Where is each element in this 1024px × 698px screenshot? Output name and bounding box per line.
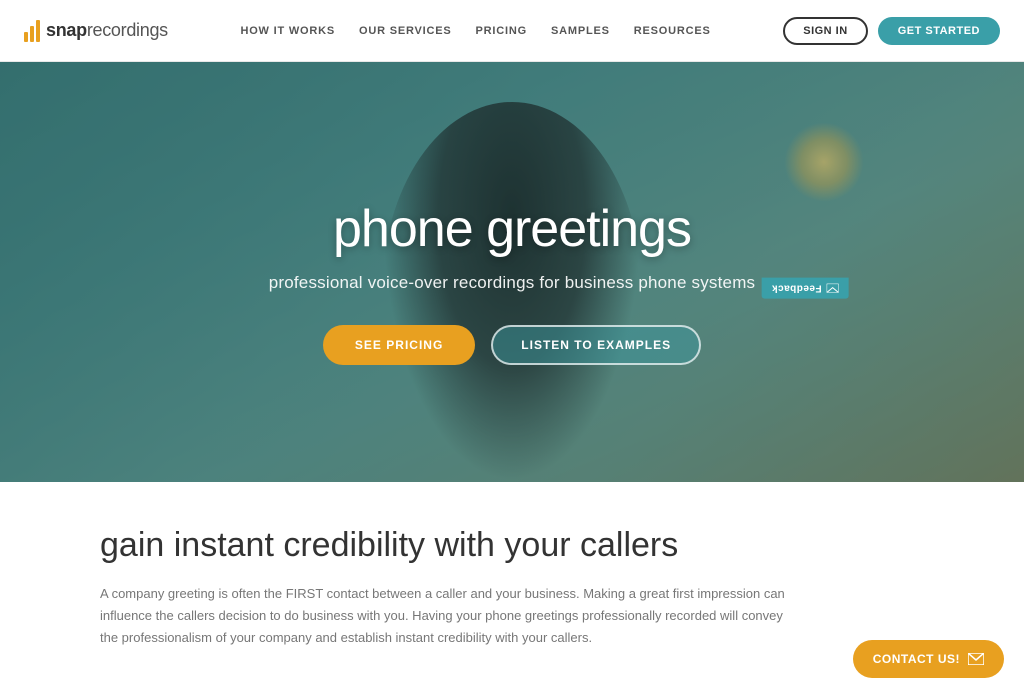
see-pricing-button[interactable]: SEE PRICING <box>323 325 475 365</box>
content-paragraph: A company greeting is often the FIRST co… <box>100 583 800 649</box>
logo-text: snaprecordings <box>46 20 168 41</box>
logo-light: recordings <box>87 20 168 40</box>
signin-button[interactable]: SIGN IN <box>783 17 867 45</box>
nav-pricing[interactable]: PRICING <box>476 25 527 37</box>
contact-label: CONTACT US! <box>873 652 960 666</box>
hero-subtitle: professional voice-over recordings for b… <box>269 273 756 293</box>
contact-button[interactable]: CONTACT US! <box>853 640 1004 678</box>
hero-content: phone greetings professional voice-over … <box>0 62 1024 482</box>
envelope-small-icon <box>827 284 839 293</box>
logo-bar-3 <box>36 20 40 42</box>
nav-how-it-works[interactable]: HOW IT WORKS <box>240 25 335 37</box>
feedback-label: Feedback <box>772 283 822 294</box>
nav-samples[interactable]: SAMPLES <box>551 25 610 37</box>
logo-bold: snap <box>46 20 87 40</box>
hero-title: phone greetings <box>333 199 691 259</box>
hero-buttons: SEE PRICING LISTEN TO EXAMPLES <box>323 325 701 365</box>
nav-our-services[interactable]: OUR SERVICES <box>359 25 452 37</box>
logo-bar-2 <box>30 26 34 42</box>
get-started-button[interactable]: GET STARTED <box>878 17 1000 45</box>
logo-bars-icon <box>24 20 40 42</box>
logo[interactable]: snaprecordings <box>24 20 168 42</box>
header: snaprecordings HOW IT WORKS OUR SERVICES… <box>0 0 1024 62</box>
nav-buttons: SIGN IN GET STARTED <box>783 17 1000 45</box>
feedback-tab[interactable]: Feedback <box>762 278 849 299</box>
nav-resources[interactable]: RESOURCES <box>634 25 711 37</box>
main-nav: HOW IT WORKS OUR SERVICES PRICING SAMPLE… <box>240 25 710 37</box>
hero-section: phone greetings professional voice-over … <box>0 62 1024 482</box>
listen-examples-button[interactable]: LISTEN TO EXAMPLES <box>491 325 701 365</box>
logo-bar-1 <box>24 32 28 42</box>
envelope-icon <box>968 653 984 665</box>
content-title: gain instant credibility with your calle… <box>100 526 924 565</box>
